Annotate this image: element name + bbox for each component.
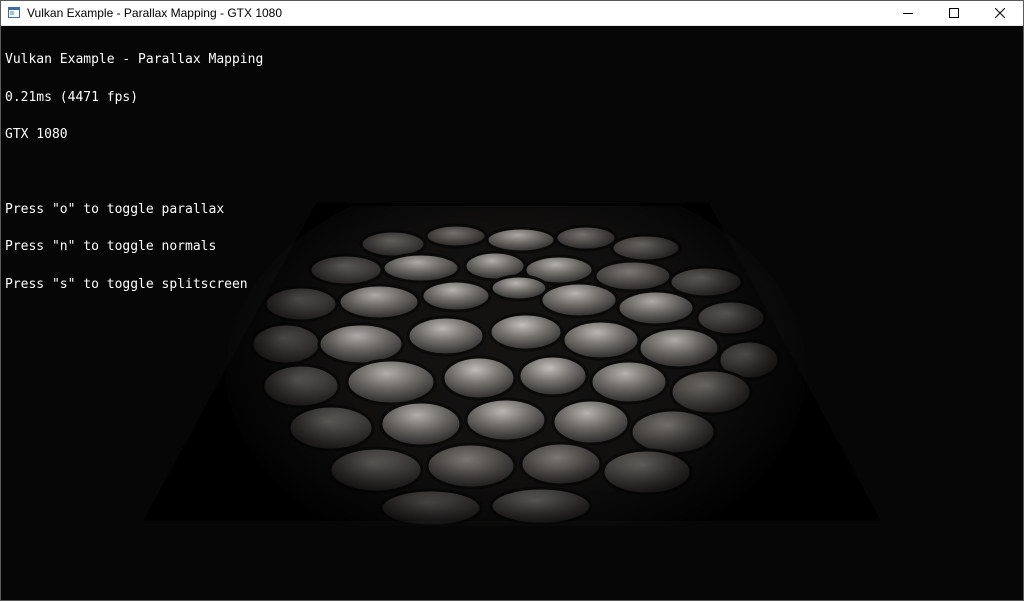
overlay-title: Vulkan Example - Parallax Mapping	[5, 52, 264, 67]
maximize-icon	[949, 8, 959, 18]
help-toggle-splitscreen: Press "s" to toggle splitscreen	[5, 276, 248, 292]
minimize-button[interactable]	[885, 1, 931, 25]
close-button[interactable]	[977, 1, 1023, 25]
overlay-spacer	[5, 167, 263, 179]
cobblestone-texture	[201, 206, 841, 528]
frame-time: 0.21ms (4471 fps)	[5, 89, 139, 105]
app-window: Vulkan Example - Parallax Mapping - GTX …	[0, 0, 1024, 601]
window-title: Vulkan Example - Parallax Mapping - GTX …	[27, 6, 283, 20]
minimize-icon	[903, 13, 913, 14]
title-bar[interactable]: Vulkan Example - Parallax Mapping - GTX …	[1, 1, 1023, 26]
help-toggle-parallax: Press "o" to toggle parallax	[5, 201, 225, 217]
maximize-button[interactable]	[931, 1, 977, 25]
app-window-icon	[8, 7, 20, 18]
device-name: GTX 1080	[5, 127, 68, 142]
help-toggle-normals: Press "n" to toggle normals	[5, 239, 217, 254]
render-viewport[interactable]: Vulkan Example - Parallax Mapping 0.21ms…	[1, 26, 1023, 600]
debug-overlay: Vulkan Example - Parallax Mapping 0.21ms…	[5, 29, 263, 316]
close-icon	[995, 8, 1005, 18]
